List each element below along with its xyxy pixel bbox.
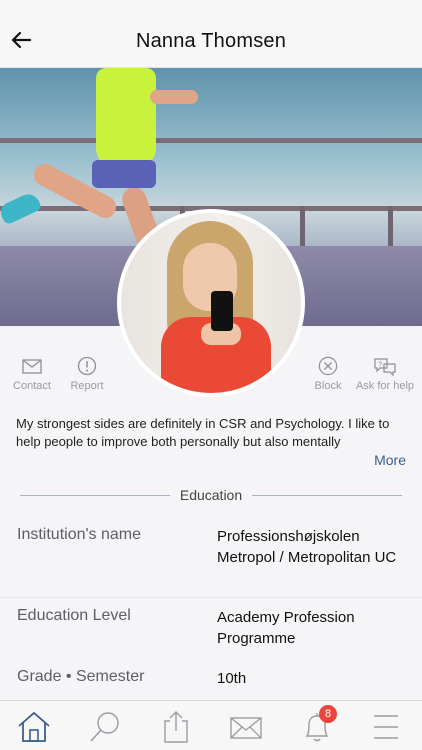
tab-home[interactable] [14,709,54,745]
ask-for-help-button[interactable]: ? Ask for help [355,356,415,392]
nav-header: Nanna Thomsen [0,0,422,68]
report-button[interactable]: Report [57,356,117,392]
contact-label: Contact [13,380,51,392]
alert-circle-icon [77,356,97,376]
notification-badge: 8 [319,705,337,723]
education-row-level: Education Level Academy Profession Progr… [0,607,422,659]
education-row-institution: Institution's name Professionshøjskolen … [0,526,422,598]
mail-icon [230,717,262,739]
home-icon [18,711,50,742]
block-button[interactable]: Block [298,356,358,392]
more-link[interactable]: More [374,452,406,468]
tab-menu[interactable] [366,709,406,745]
tab-search[interactable] [86,709,126,745]
row-value: Academy Profession Programme [217,609,355,647]
close-circle-icon [318,356,338,376]
row-label: Education Level [17,607,131,624]
envelope-icon [22,359,42,374]
page-title: Nanna Thomsen [135,30,287,52]
profile-bio: My strongest sides are definitely in CSR… [16,416,390,449]
menu-icon [374,715,398,739]
education-row-grade: Grade • Semester 10th [0,668,422,698]
row-value: Professionshøjskolen Metropol / Metropol… [217,528,397,566]
row-label: Grade • Semester [17,668,145,685]
tab-notifications[interactable]: 8 [297,705,337,745]
ask-for-help-label: Ask for help [355,380,415,392]
block-label: Block [314,380,342,392]
search-icon [90,712,119,742]
tab-bar: 8 [0,700,422,750]
tab-share[interactable] [156,709,196,745]
help-chat-icon: ? [374,358,396,376]
svg-text:?: ? [378,362,382,369]
report-label: Report [70,380,104,392]
profile-avatar [117,209,305,397]
section-title: Education [179,487,243,503]
share-icon [164,711,188,743]
education-section-header: Education [20,486,402,504]
tab-messages[interactable] [226,709,266,745]
contact-button[interactable]: Contact [2,356,62,392]
row-value: 10th [217,670,247,687]
row-label: Institution's name [17,526,142,543]
